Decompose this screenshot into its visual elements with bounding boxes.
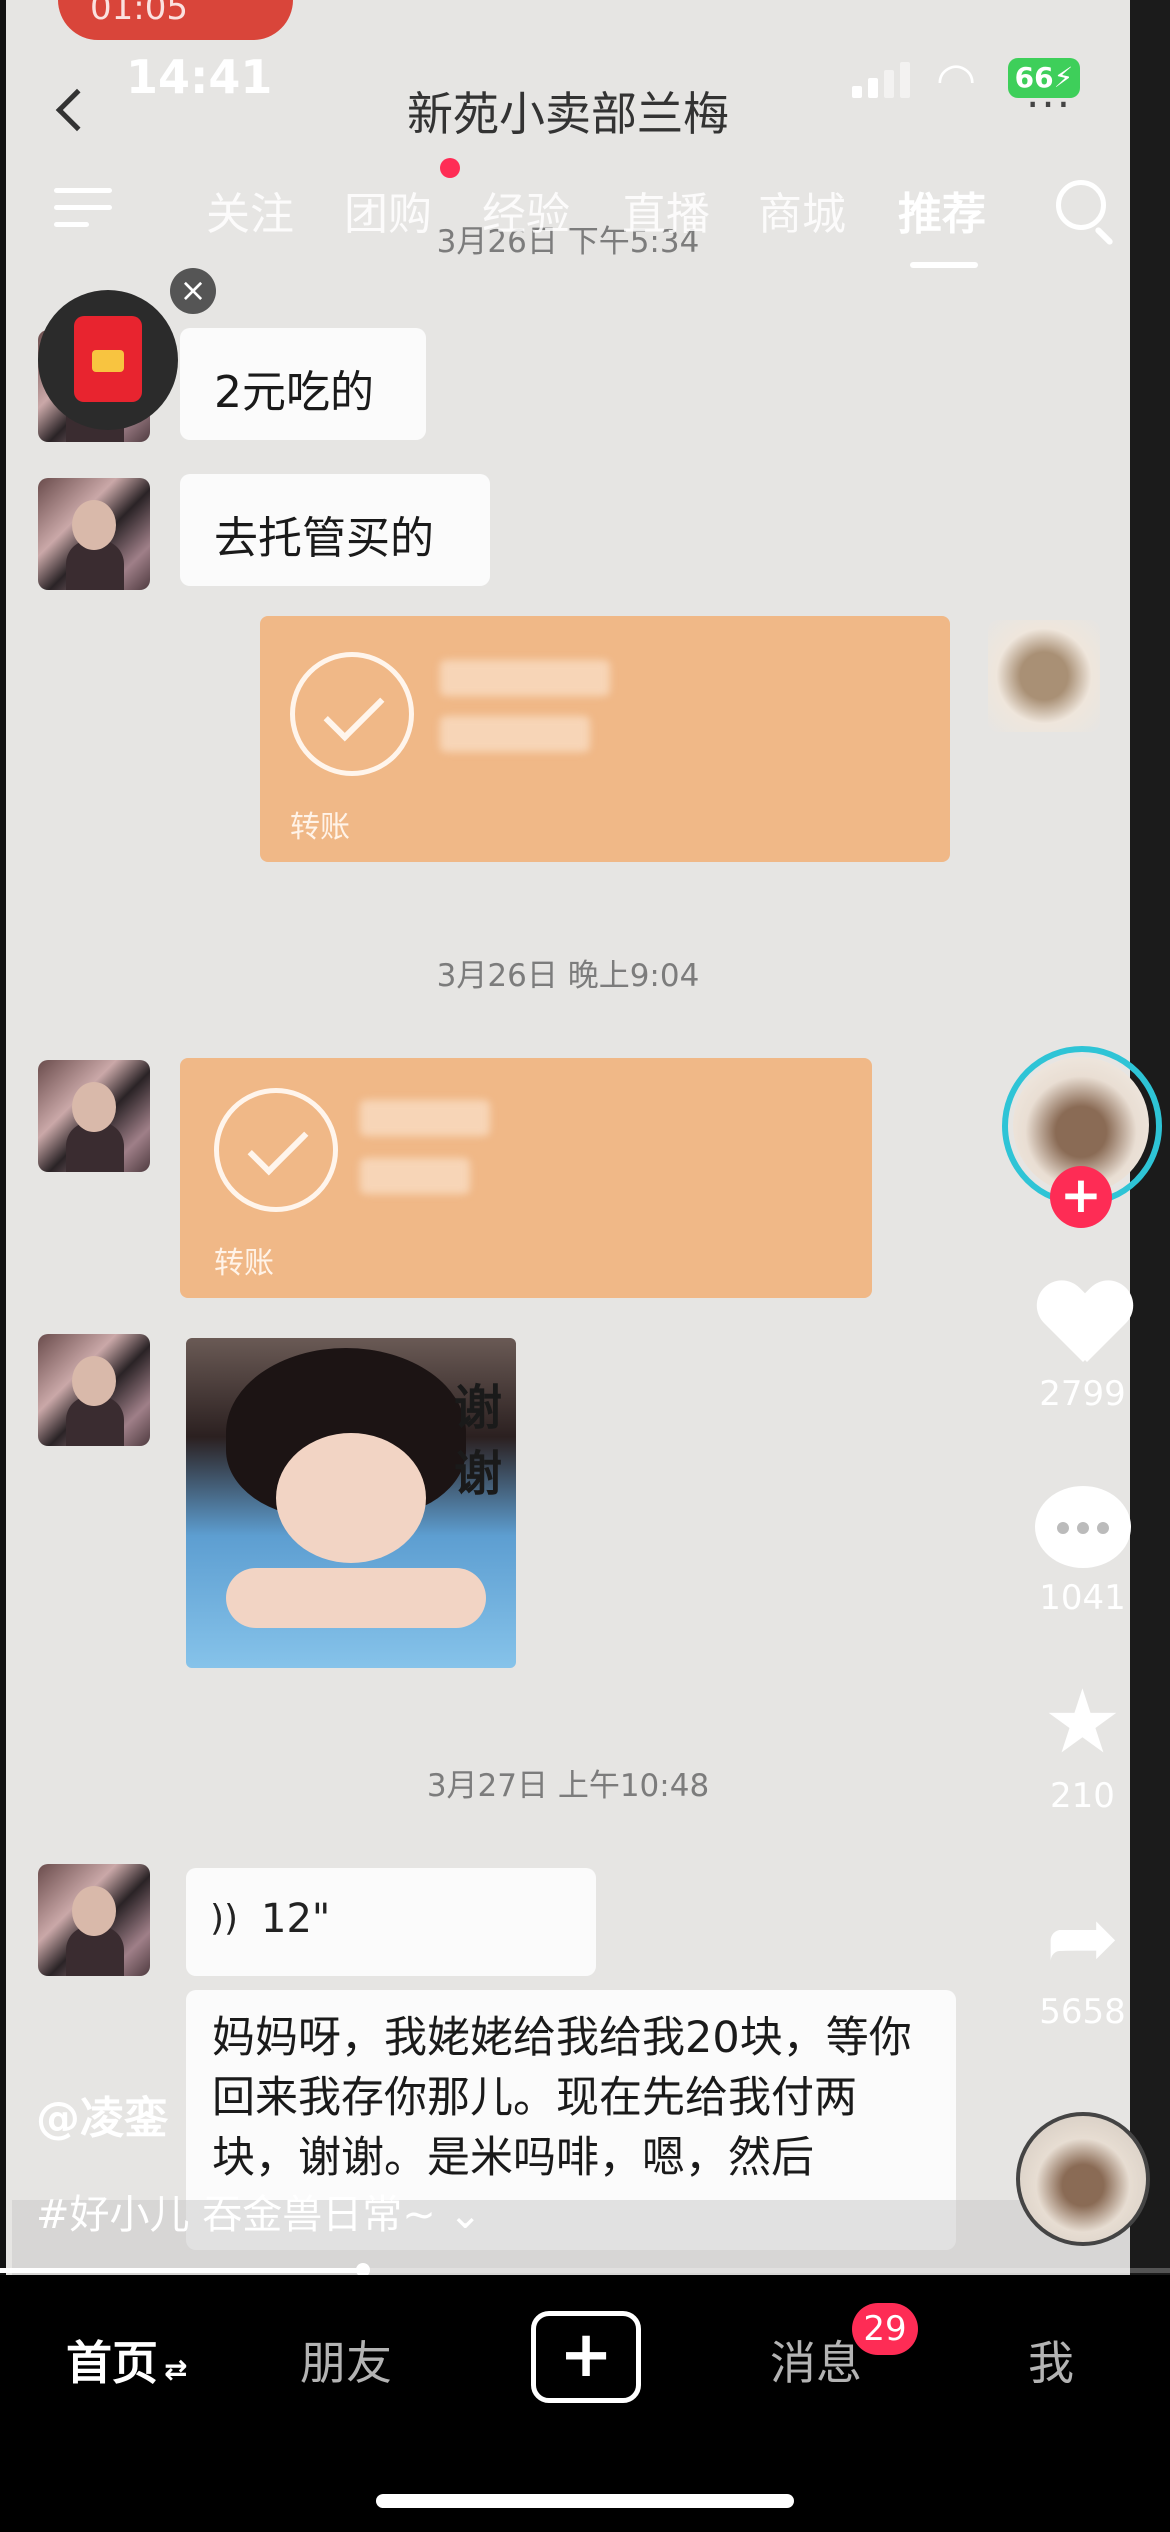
menu-icon[interactable]: [54, 188, 112, 239]
switch-icon: ⇄: [164, 2353, 188, 2386]
status-bar: 14:41 ◠ 66⚡: [0, 0, 1170, 150]
home-indicator: [376, 2494, 794, 2508]
follow-button[interactable]: +: [1050, 1166, 1112, 1228]
active-tab-indicator: [910, 262, 978, 268]
transfer-card: 转账: [180, 1058, 872, 1298]
chat-timestamp: 3月27日 上午10:48: [426, 1768, 710, 1804]
messages-badge: 29: [852, 2303, 918, 2355]
tab-group-buy[interactable]: 团购: [344, 178, 432, 242]
share-button[interactable]: ➦ 5658: [1000, 1886, 1165, 2033]
contact-avatar: [38, 1334, 150, 1446]
message-bubble: 去托管买的: [180, 474, 490, 586]
share-arrow-icon: ➦: [1045, 1886, 1120, 1989]
message-bubble: 2元吃的: [180, 328, 426, 440]
contact-avatar: [38, 478, 150, 590]
like-button[interactable]: 2799: [1000, 1282, 1165, 1414]
comment-button[interactable]: 1041: [1000, 1486, 1165, 1618]
self-avatar: [988, 620, 1100, 732]
tab-follow[interactable]: 关注: [206, 178, 294, 242]
battery-icon: 66⚡: [1008, 58, 1080, 98]
heart-icon: [1037, 1282, 1129, 1366]
voice-wave-icon: )): [210, 1898, 239, 1939]
chevron-down-icon: ⌄: [448, 2192, 482, 2238]
signal-icon: [852, 62, 912, 98]
wifi-icon: ◠: [936, 52, 977, 106]
comment-icon: [1034, 1486, 1131, 1568]
contact-avatar: [38, 1060, 150, 1172]
red-packet-button[interactable]: [38, 290, 178, 430]
nav-messages[interactable]: 消息: [770, 2327, 862, 2393]
star-icon: ★: [1043, 1670, 1122, 1773]
nav-home[interactable]: 首页 ⇄: [66, 2327, 187, 2393]
tab-live[interactable]: 直播: [622, 178, 710, 242]
video-caption[interactable]: #好小儿 吞金兽日常~ ⌄: [36, 2182, 482, 2240]
chat-timestamp: 3月26日 晚上9:04: [436, 958, 700, 994]
nav-friends[interactable]: 朋友: [300, 2327, 392, 2393]
status-time: 14:41: [126, 50, 273, 104]
close-icon[interactable]: ×: [170, 268, 216, 314]
voice-message: )) 12": [186, 1868, 596, 1976]
tab-experience[interactable]: 经验: [482, 178, 570, 242]
tab-recommend[interactable]: 推荐: [898, 178, 986, 242]
nav-me[interactable]: 我: [1028, 2327, 1074, 2393]
progress-bar[interactable]: [0, 2263, 1170, 2277]
author-name[interactable]: @凌銮: [36, 2082, 168, 2146]
favorite-button[interactable]: ★ 210: [1000, 1670, 1165, 1817]
red-envelope-icon: [74, 316, 142, 402]
create-button[interactable]: +: [531, 2311, 641, 2403]
music-disc-icon[interactable]: [1016, 2112, 1150, 2246]
sticker-image: 谢 谢: [186, 1338, 516, 1668]
top-tabs: 关注 团购 经验 直播 商城 推荐: [0, 158, 1170, 268]
progress-fill: [0, 2268, 363, 2273]
transfer-card: 转账: [260, 616, 950, 862]
tab-notification-dot: [440, 158, 460, 178]
tab-mall[interactable]: 商城: [758, 178, 846, 242]
search-icon[interactable]: [1056, 180, 1106, 230]
contact-avatar: [38, 1864, 150, 1976]
